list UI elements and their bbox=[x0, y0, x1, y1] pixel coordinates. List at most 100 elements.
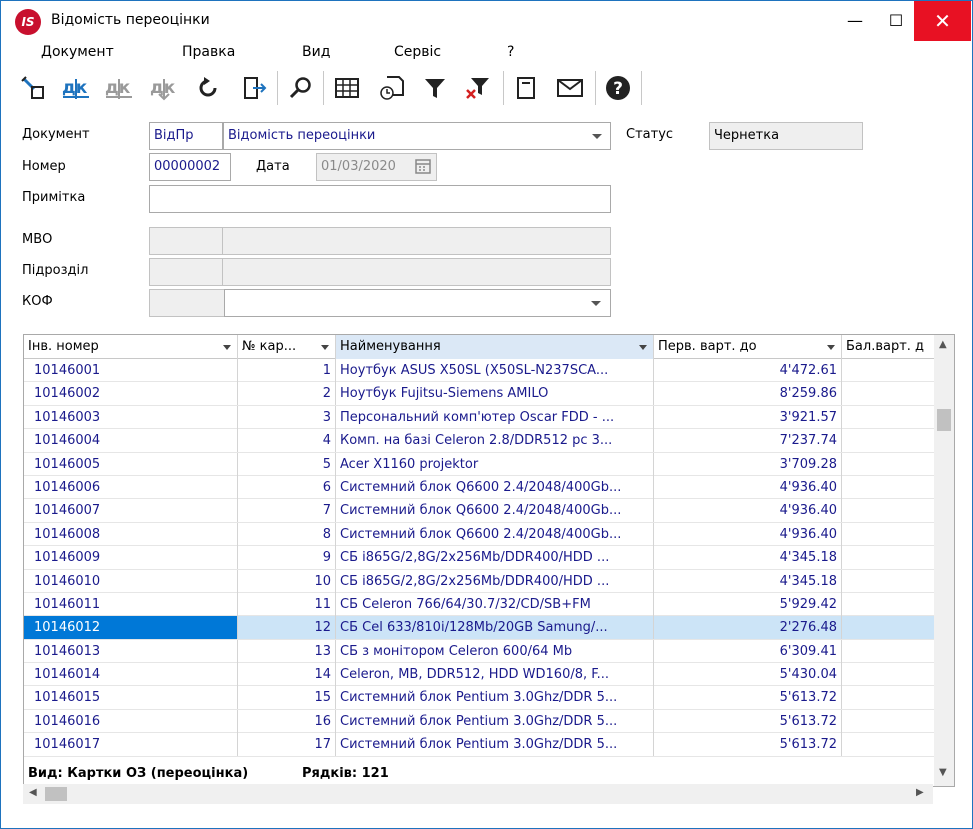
horizontal-scrollbar[interactable]: ◀ ▶ bbox=[23, 784, 933, 804]
scroll-left-icon[interactable]: ◀ bbox=[29, 787, 37, 798]
cell-inv-number[interactable]: 10146013 bbox=[24, 639, 238, 663]
column-header-card-number[interactable]: № кар... bbox=[238, 335, 336, 359]
cell-card-number[interactable]: 13 bbox=[238, 639, 336, 663]
table-row[interactable]: 10146003 3 Персональний комп'ютер Oscar FD… bbox=[24, 405, 934, 430]
cell-inv-number[interactable]: 10146014 bbox=[24, 663, 238, 687]
cell-name[interactable]: Acer X1160 projektor bbox=[336, 452, 654, 476]
cell-name[interactable]: Celeron, MB, DDR512, HDD WD160/8, F... bbox=[336, 663, 654, 687]
cell-inv-number[interactable]: 10146007 bbox=[24, 499, 238, 523]
cell-book-value[interactable] bbox=[842, 453, 934, 476]
cell-book-value[interactable] bbox=[842, 710, 934, 733]
cell-initial-value[interactable]: 6'309.41 bbox=[654, 639, 842, 663]
cell-name[interactable]: Системний блок Pentium 3.0Ghz/DDR 5... bbox=[336, 733, 654, 757]
cell-card-number[interactable]: 1 bbox=[238, 359, 336, 382]
table-row[interactable]: 10146011 11 СБ Celeron 766/64/30.7/32/CD/S… bbox=[24, 592, 934, 617]
title-bar[interactable]: IS Відомість переоцінки — ☐ ✕ bbox=[1, 1, 972, 41]
cell-inv-number[interactable]: 10146008 bbox=[24, 522, 238, 546]
history-icon[interactable] bbox=[375, 71, 409, 105]
refresh-icon[interactable] bbox=[191, 71, 225, 105]
cell-book-value[interactable] bbox=[842, 499, 934, 522]
cell-initial-value[interactable]: 4'936.40 bbox=[654, 475, 842, 499]
cell-name[interactable]: СБ i865G/2,8G/2x256Mb/DDR400/HDD ... bbox=[336, 569, 654, 593]
cell-initial-value[interactable]: 5'929.42 bbox=[654, 592, 842, 616]
cell-card-number[interactable]: 17 bbox=[238, 733, 336, 757]
cell-name[interactable]: СБ Celeron 766/64/30.7/32/CD/SB+FM bbox=[336, 592, 654, 616]
table-row[interactable]: 10146013 13 СБ з монітором Celeron 600/64 … bbox=[24, 639, 934, 664]
dk-icon[interactable]: дк bbox=[59, 71, 93, 105]
cell-card-number[interactable]: 9 bbox=[238, 546, 336, 570]
document-code-field[interactable]: ВідПр bbox=[149, 122, 223, 150]
close-button[interactable]: ✕ bbox=[914, 1, 971, 41]
cell-initial-value[interactable]: 5'430.04 bbox=[654, 663, 842, 687]
table-row[interactable]: 10146004 4 Комп. на базі Celeron 2.8/DDR51… bbox=[24, 429, 934, 453]
cell-card-number[interactable]: 14 bbox=[238, 663, 336, 687]
department-name-field[interactable] bbox=[222, 258, 611, 286]
sort-arrow-icon[interactable] bbox=[321, 345, 329, 350]
maximize-button[interactable]: ☐ bbox=[873, 1, 919, 41]
column-header-initial-value[interactable]: Перв. варт. до bbox=[654, 335, 842, 359]
cell-card-number[interactable]: 11 bbox=[238, 592, 336, 616]
cell-inv-number[interactable]: 10146009 bbox=[24, 546, 238, 570]
cell-initial-value[interactable]: 5'613.72 bbox=[654, 733, 842, 757]
table-row[interactable]: 10146002 2 Ноутбук Fujitsu-Siemens AMILO 8'… bbox=[24, 382, 934, 406]
scroll-up-icon[interactable]: ▲ bbox=[939, 339, 947, 350]
scroll-down-icon[interactable]: ▼ bbox=[939, 767, 947, 778]
cell-inv-number[interactable]: 10146004 bbox=[24, 429, 238, 453]
cell-book-value[interactable] bbox=[842, 523, 934, 546]
cell-card-number[interactable]: 5 bbox=[238, 452, 336, 476]
cell-book-value[interactable] bbox=[842, 733, 934, 756]
table-row[interactable]: 10146014 14 Celeron, MB, DDR512, HDD WD160… bbox=[24, 663, 934, 687]
table-row[interactable]: 10146015 15 Системний блок Pentium 3.0Ghz/… bbox=[24, 686, 934, 710]
cell-book-value[interactable] bbox=[842, 382, 934, 405]
number-field[interactable]: 00000002 bbox=[149, 153, 231, 181]
clear-filter-icon[interactable] bbox=[461, 71, 495, 105]
cell-card-number[interactable]: 8 bbox=[238, 522, 336, 546]
search-icon[interactable] bbox=[284, 71, 318, 105]
table-row[interactable]: 10146017 17 Системний блок Pentium 3.0Ghz/… bbox=[24, 733, 934, 757]
table-view-icon[interactable] bbox=[330, 71, 364, 105]
cell-initial-value[interactable]: 8'259.86 bbox=[654, 382, 842, 406]
cell-name[interactable]: Системний блок Pentium 3.0Ghz/DDR 5... bbox=[336, 686, 654, 710]
cell-book-value[interactable] bbox=[842, 640, 934, 663]
cell-book-value[interactable] bbox=[842, 429, 934, 452]
table-row[interactable]: 10146009 9 СБ i865G/2,8G/2x256Mb/DDR400/HD… bbox=[24, 546, 934, 570]
cell-inv-number[interactable]: 10146015 bbox=[24, 686, 238, 710]
cell-inv-number[interactable]: 10146006 bbox=[24, 475, 238, 499]
cell-inv-number[interactable]: 10146002 bbox=[24, 382, 238, 406]
cell-initial-value[interactable]: 3'921.57 bbox=[654, 405, 842, 429]
cell-initial-value[interactable]: 4'936.40 bbox=[654, 499, 842, 523]
vertical-scroll-thumb[interactable] bbox=[937, 409, 951, 431]
cell-book-value[interactable] bbox=[842, 476, 934, 499]
cell-initial-value[interactable]: 5'613.72 bbox=[654, 709, 842, 733]
cell-inv-number[interactable]: 10146012 bbox=[24, 616, 238, 640]
cell-name[interactable]: Ноутбук Fujitsu-Siemens AMILO bbox=[336, 382, 654, 406]
minimize-button[interactable]: — bbox=[832, 1, 878, 41]
column-header-book-value[interactable]: Бал.варт. д bbox=[842, 335, 934, 359]
department-code-field[interactable] bbox=[149, 258, 223, 286]
table-row[interactable]: 10146012 12 СБ Cel 633/810i/128Mb/20GB Sam… bbox=[24, 616, 934, 640]
cell-book-value[interactable] bbox=[842, 663, 934, 686]
cell-inv-number[interactable]: 10146005 bbox=[24, 452, 238, 476]
menu-view[interactable]: Вид bbox=[302, 44, 330, 60]
mvo-code-field[interactable] bbox=[149, 227, 223, 255]
cell-initial-value[interactable]: 3'709.28 bbox=[654, 452, 842, 476]
mail-icon[interactable] bbox=[553, 71, 587, 105]
cell-book-value[interactable] bbox=[842, 546, 934, 569]
cell-name[interactable]: СБ з монітором Celeron 600/64 Mb bbox=[336, 639, 654, 663]
cell-book-value[interactable] bbox=[842, 359, 934, 382]
table-row[interactable]: 10146005 5 Acer X1160 projektor 3'709.28 bbox=[24, 452, 934, 476]
cell-initial-value[interactable]: 7'237.74 bbox=[654, 429, 842, 453]
cell-card-number[interactable]: 3 bbox=[238, 405, 336, 429]
cell-book-value[interactable] bbox=[842, 593, 934, 616]
cell-inv-number[interactable]: 10146017 bbox=[24, 733, 238, 757]
scroll-right-icon[interactable]: ▶ bbox=[916, 787, 924, 798]
sort-arrow-icon[interactable] bbox=[827, 345, 835, 350]
cell-card-number[interactable]: 16 bbox=[238, 709, 336, 733]
cell-name[interactable]: Комп. на базі Celeron 2.8/DDR512 pc 3... bbox=[336, 429, 654, 453]
cell-card-number[interactable]: 12 bbox=[238, 616, 336, 640]
horizontal-scroll-thumb[interactable] bbox=[45, 787, 67, 801]
table-row[interactable]: 10146007 7 Системний блок Q6600 2.4/2048/4… bbox=[24, 499, 934, 523]
cell-name[interactable]: Системний блок Pentium 3.0Ghz/DDR 5... bbox=[336, 709, 654, 733]
kof-dropdown[interactable] bbox=[224, 289, 611, 317]
filter-icon[interactable] bbox=[418, 71, 452, 105]
